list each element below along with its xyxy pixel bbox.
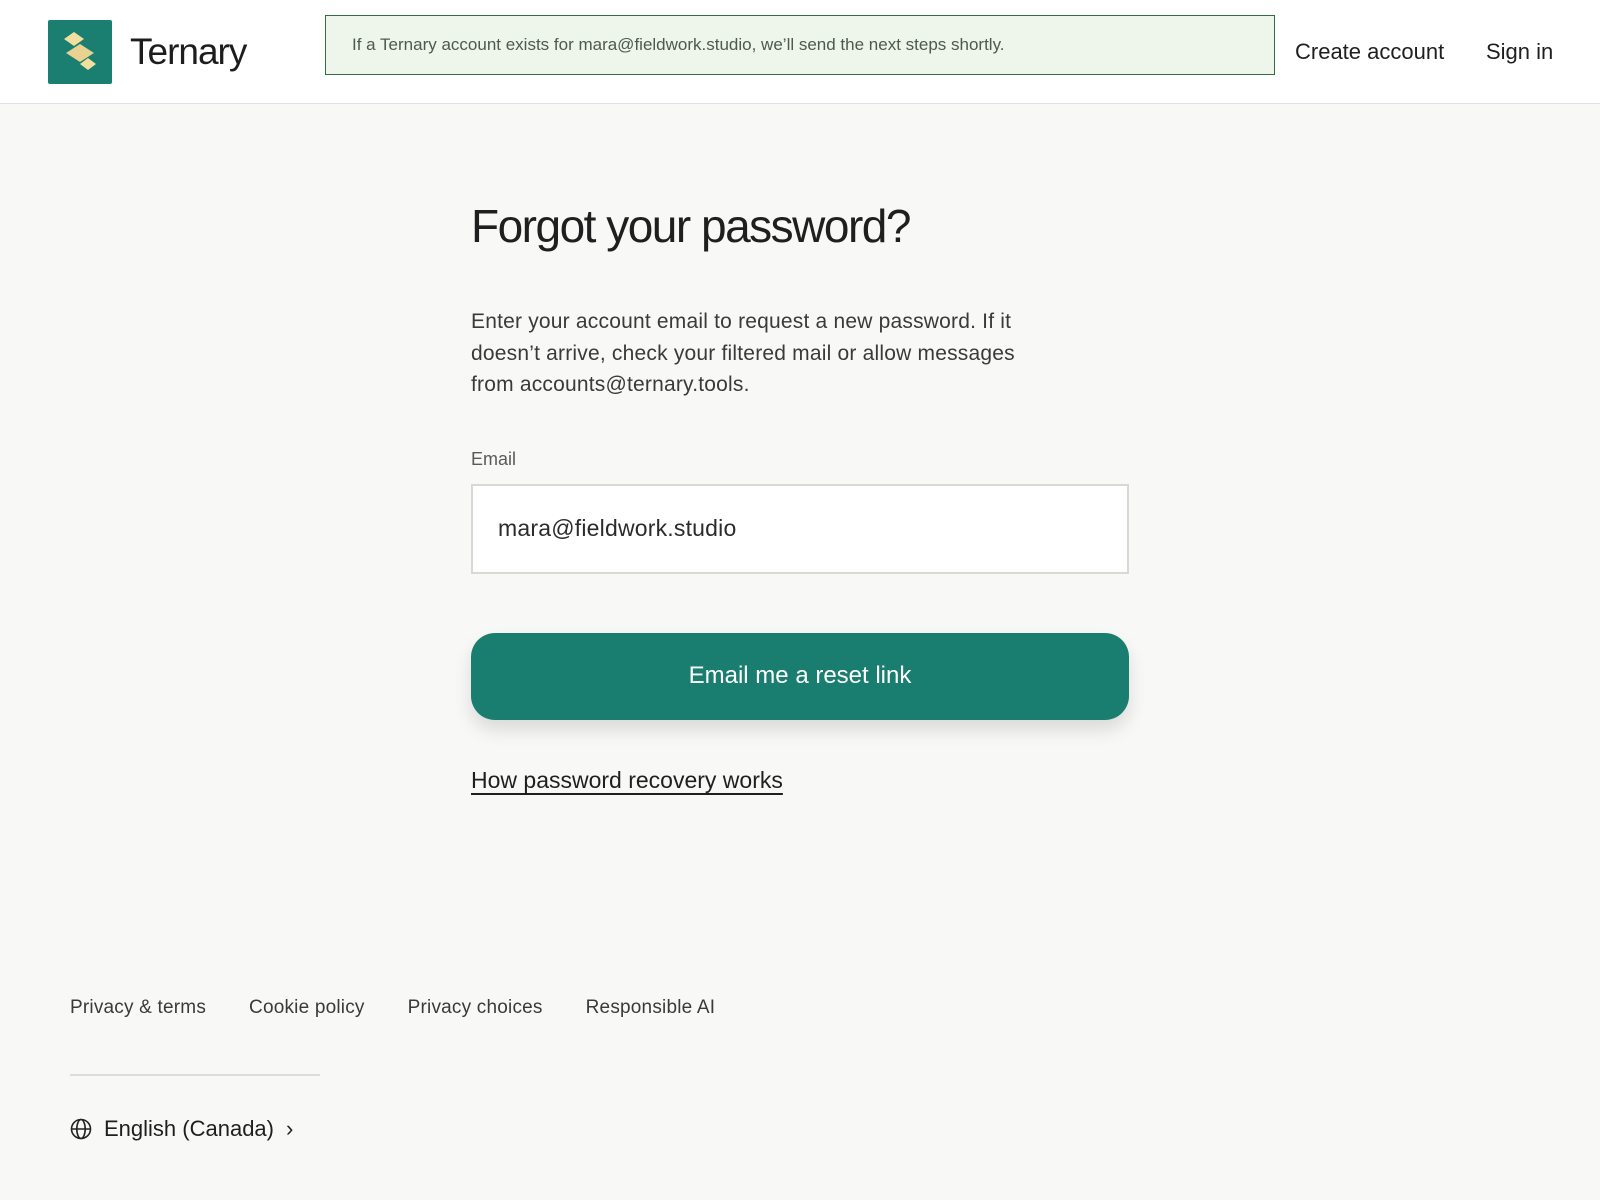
brand-name[interactable]: Ternary [130, 30, 247, 74]
email-reset-link-button[interactable]: Email me a reset link [471, 632, 1129, 720]
language-selector[interactable]: English (Canada) › [70, 1116, 293, 1142]
globe-icon [70, 1118, 92, 1140]
create-account-link[interactable]: Create account [1295, 36, 1444, 68]
page-title: Forgot your password? [471, 200, 911, 252]
instructions-text: Enter your account email to request a ne… [471, 310, 1015, 396]
password-recovery-help-link[interactable]: How password recovery works [471, 767, 783, 794]
chevron-right-icon: › [285, 1116, 294, 1141]
site-header: Ternary If a Ternary account exists for … [0, 0, 1600, 104]
footer-link-privacy-choices[interactable]: Privacy choices [408, 997, 543, 1019]
footer-link-privacy-terms[interactable]: Privacy & terms [70, 997, 206, 1019]
forgot-password-form: Forgot your password? Enter your account… [471, 190, 1131, 794]
email-label: Email [471, 448, 517, 469]
confirmation-notice: If a Ternary account exists for mara@fie… [325, 15, 1275, 75]
footer-links: Privacy & terms Cookie policy Privacy ch… [70, 997, 758, 1019]
footer-link-cookie-policy[interactable]: Cookie policy [249, 997, 365, 1019]
sign-in-link[interactable]: Sign in [1486, 36, 1553, 68]
language-label: English (Canada) [104, 1116, 274, 1141]
footer-divider [70, 1074, 320, 1076]
email-input[interactable] [471, 483, 1129, 574]
footer-link-responsible-ai[interactable]: Responsible AI [586, 997, 716, 1019]
ternary-logo-icon[interactable] [48, 20, 112, 84]
